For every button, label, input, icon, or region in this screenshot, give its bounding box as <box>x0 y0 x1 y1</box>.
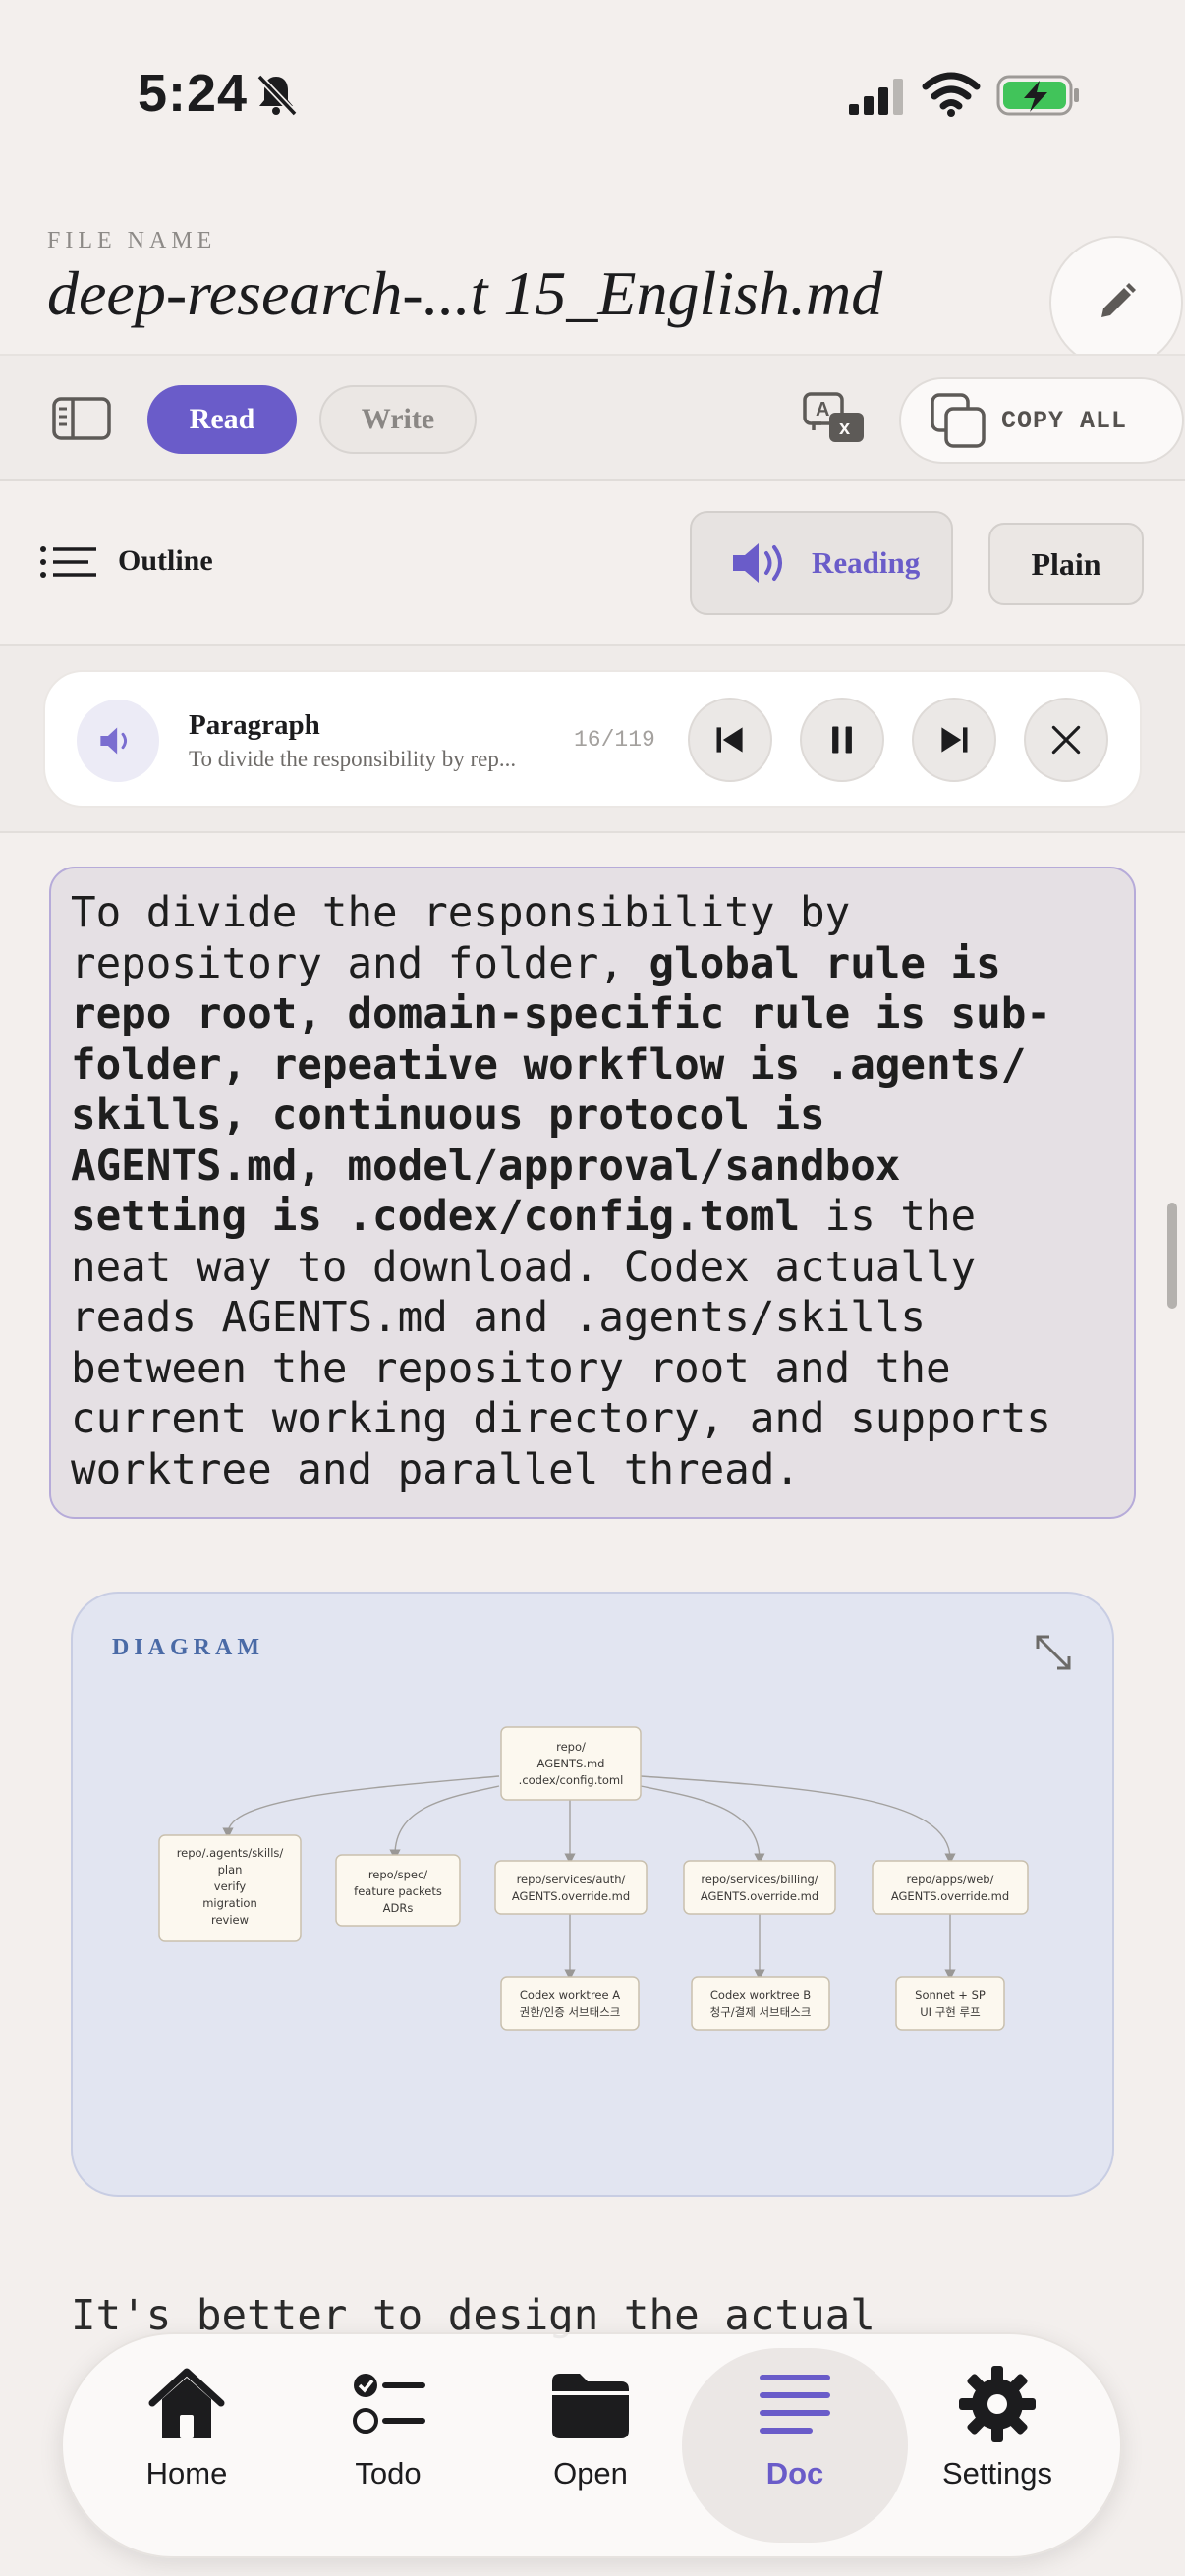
translate-icon: A x <box>803 392 864 442</box>
checklist-icon <box>353 2374 425 2434</box>
copy-icon <box>931 393 986 448</box>
diagram-text: review <box>211 1913 249 1927</box>
diagram-graph: repo/ AGENTS.md .codex/config.toml repo/… <box>158 1726 1029 2031</box>
diagram-text: feature packets <box>354 1884 442 1898</box>
svg-text:x: x <box>839 418 850 439</box>
diagram-text: repo/.agents/skills/ <box>177 1846 284 1860</box>
list-icon <box>40 546 96 578</box>
plain-mode-button[interactable]: Plain <box>988 523 1144 605</box>
scroll-indicator[interactable] <box>1167 1203 1177 1309</box>
player-subtitle: To divide the responsibility by rep... <box>189 747 517 771</box>
read-mode-button[interactable]: Read <box>147 385 297 454</box>
sidebar-toggle-button[interactable] <box>51 393 112 444</box>
write-mode-button[interactable]: Write <box>319 385 477 454</box>
file-name-title[interactable]: deep-research-...t 15_English.md <box>47 257 882 330</box>
copy-all-button[interactable]: COPY ALL <box>899 377 1184 464</box>
file-name-label: FILE NAME <box>47 228 217 253</box>
close-player-button[interactable] <box>1024 698 1108 782</box>
diagram-node-worktree-b <box>691 1976 830 2031</box>
skip-forward-icon <box>941 727 968 753</box>
wifi-icon <box>922 71 981 118</box>
player-title: Paragraph <box>189 709 320 741</box>
diagram-text: Sonnet + SP <box>915 1988 986 2002</box>
diagram-node-worktree-a <box>500 1976 640 2031</box>
tab-settings[interactable]: Settings <box>914 2360 1081 2527</box>
diagram-text: repo/apps/web/ <box>907 1873 994 1886</box>
diagram-text: repo/services/auth/ <box>517 1873 626 1886</box>
player-counter: 16/119 <box>574 727 655 753</box>
battery-charging-icon <box>996 73 1081 118</box>
diagram-text: repo/spec/ <box>368 1868 427 1881</box>
pause-button[interactable] <box>800 698 884 782</box>
previous-button[interactable] <box>688 698 772 782</box>
speaker-icon <box>100 727 128 755</box>
diagram-text: migration <box>202 1896 257 1910</box>
diagram-text: AGENTS.md <box>537 1757 605 1770</box>
diagram-text: repo/services/billing/ <box>701 1873 818 1886</box>
tab-label: Open <box>553 2456 628 2491</box>
diagram-text: verify <box>214 1879 247 1893</box>
gear-icon <box>959 2366 1036 2442</box>
folder-icon <box>552 2374 629 2438</box>
player-speaker-badge <box>77 700 159 782</box>
tab-label: Doc <box>765 2456 824 2491</box>
diagram-node-auth <box>494 1860 648 1915</box>
svg-text:A: A <box>816 399 829 420</box>
tab-label: Todo <box>355 2456 422 2491</box>
tab-label: Settings <box>941 2456 1052 2491</box>
diagram-node-billing <box>683 1860 836 1915</box>
diagram-text: UI 구현 루프 <box>920 2005 980 2019</box>
reading-label: Reading <box>812 545 921 580</box>
diagram-node-sonnet <box>895 1976 1005 2031</box>
reading-mode-button[interactable]: Reading <box>690 511 953 615</box>
diagram-text: plan <box>218 1863 243 1876</box>
diagram-text: 권한/인증 서브태스크 <box>520 2005 621 2019</box>
diagram-node-web <box>872 1860 1029 1915</box>
next-button[interactable] <box>912 698 996 782</box>
diagram-text: 청구/결제 서브태스크 <box>710 2005 812 2019</box>
diagram-text: Codex worktree B <box>710 1988 811 2002</box>
sidebar-icon <box>52 397 111 440</box>
outline-label[interactable]: Outline <box>118 544 213 578</box>
bell-slash-icon <box>252 71 301 120</box>
diagram-text: AGENTS.override.md <box>512 1889 630 1903</box>
lines-icon <box>760 2375 830 2434</box>
copy-all-label: COPY ALL <box>1001 406 1128 435</box>
tab-doc[interactable]: Doc <box>711 2360 878 2527</box>
tab-label: Home <box>145 2456 228 2491</box>
diagram-text: .codex/config.toml <box>519 1773 624 1787</box>
status-time: 5:24 <box>138 64 249 123</box>
translate-button[interactable]: A x <box>802 391 867 446</box>
pause-icon <box>832 726 852 754</box>
tab-open[interactable]: Open <box>507 2360 674 2527</box>
tab-todo[interactable]: Todo <box>305 2360 472 2527</box>
speaker-wave-icon <box>733 543 782 583</box>
diagram-text: AGENTS.override.md <box>891 1889 1009 1903</box>
diagram-text: AGENTS.override.md <box>701 1889 818 1903</box>
edit-filename-button[interactable] <box>1049 236 1183 369</box>
current-paragraph-text[interactable]: To divide the responsibility by reposito… <box>71 888 1132 1495</box>
skip-back-icon <box>716 727 743 753</box>
cellular-signal-icon <box>847 77 906 116</box>
house-icon <box>148 2368 225 2438</box>
diagram-text: repo/ <box>556 1740 586 1754</box>
tab-home[interactable]: Home <box>103 2360 270 2527</box>
diagram-text: Codex worktree A <box>520 1988 620 2002</box>
diagram-text: ADRs <box>383 1901 414 1915</box>
close-icon <box>1051 725 1081 755</box>
pencil-icon <box>1101 283 1136 317</box>
